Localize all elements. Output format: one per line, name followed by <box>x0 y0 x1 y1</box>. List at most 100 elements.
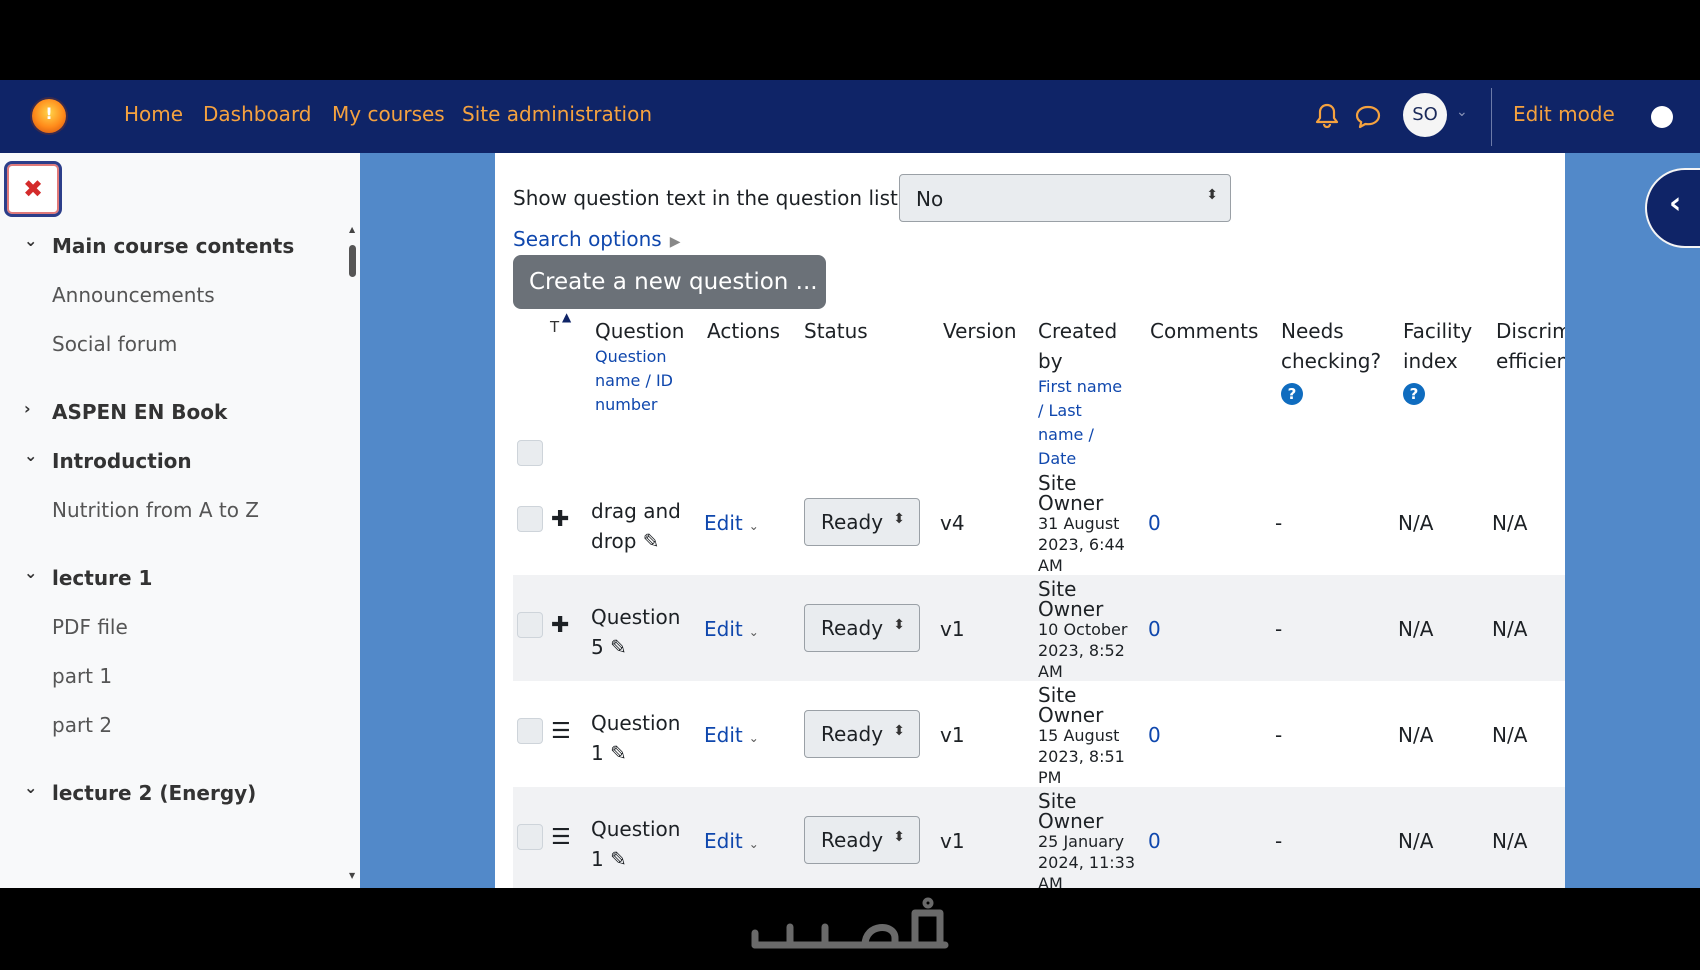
drawer-scrollbar[interactable]: ▲ ▼ <box>348 225 358 883</box>
owner-line: Site <box>1038 577 1077 601</box>
nav-site-administration-link[interactable]: Site administration <box>462 102 652 126</box>
drawer-item-nutrition-a-to-z[interactable]: Nutrition from A to Z <box>52 498 259 522</box>
nav-home-link[interactable]: Home <box>124 102 183 126</box>
status-select[interactable]: Ready ⬍ <box>804 604 920 652</box>
header-created-by-line: Created <box>1038 319 1118 343</box>
row-checkbox[interactable] <box>517 718 543 744</box>
chat-bubble-icon[interactable] <box>1354 104 1382 130</box>
caret-right-icon: ▶ <box>669 234 681 250</box>
bell-icon[interactable] <box>1315 102 1339 130</box>
comments-count[interactable]: 0 <box>1148 617 1161 641</box>
header-question-sub-line[interactable]: Question <box>595 345 673 369</box>
edit-label: Edit <box>704 723 743 747</box>
nav-my-courses-link[interactable]: My courses <box>332 102 445 126</box>
drawer-item-aspen-en-book[interactable]: ASPEN EN Book <box>52 400 227 424</box>
select-all-checkbox[interactable] <box>517 440 543 466</box>
chevron-right-icon[interactable]: › <box>24 399 31 418</box>
discrimination-cell: N/A <box>1492 723 1528 747</box>
pencil-icon[interactable]: ✎ <box>610 847 627 871</box>
edit-menu[interactable]: Edit ⌄ <box>704 829 759 853</box>
header-discrimination-line: Discrim <box>1496 319 1565 343</box>
edit-mode-toggle[interactable] <box>1651 106 1673 128</box>
row-checkbox[interactable] <box>517 506 543 532</box>
header-comments: Comments <box>1150 319 1259 343</box>
edit-menu[interactable]: Edit ⌄ <box>704 511 759 535</box>
header-created-by-sub-line[interactable]: name / <box>1038 423 1122 447</box>
drawer-item-part-2[interactable]: part 2 <box>52 713 112 737</box>
chevron-down-icon[interactable]: ⌄ <box>1456 104 1468 120</box>
row-checkbox[interactable] <box>517 824 543 850</box>
row-checkbox[interactable] <box>517 612 543 638</box>
drawer-item-introduction[interactable]: Introduction <box>52 449 192 473</box>
header-question-sub-line[interactable]: name / ID <box>595 369 673 393</box>
header-created-by-sub-line[interactable]: First name <box>1038 375 1122 399</box>
header-created-by: Created by <box>1038 316 1117 376</box>
comments-count[interactable]: 0 <box>1148 829 1161 853</box>
scrollbar-thumb[interactable] <box>349 245 356 277</box>
drawer-item-pdf-file[interactable]: PDF file <box>52 615 128 639</box>
owner-line: Site <box>1038 471 1077 495</box>
site-logo-icon[interactable]: ! <box>32 99 66 133</box>
question-name[interactable]: Question 5 ✎ <box>591 602 683 662</box>
nav-dashboard-link[interactable]: Dashboard <box>203 102 312 126</box>
comments-count[interactable]: 0 <box>1148 723 1161 747</box>
header-question-sub-line[interactable]: number <box>595 393 673 417</box>
chevron-down-icon[interactable]: ⌄ <box>24 446 37 465</box>
date-line: AM <box>1038 874 1063 888</box>
status-select[interactable]: Ready ⬍ <box>804 816 920 864</box>
header-created-by-sub-line[interactable]: Date <box>1038 447 1122 471</box>
owner-line: Owner <box>1038 809 1104 833</box>
question-name-line: Question <box>591 711 681 735</box>
drawer-item-main-course-contents[interactable]: Main course contents <box>52 234 294 258</box>
create-new-question-button[interactable]: Create a new question ... <box>513 255 826 309</box>
table-row: ☰ Question 1 ✎ Edit ⌄ Ready ⬍ v1 Site Owner… <box>513 787 1565 888</box>
status-select[interactable]: Ready ⬍ <box>804 498 920 546</box>
edit-label: Edit <box>704 829 743 853</box>
edit-menu[interactable]: Edit ⌄ <box>704 617 759 641</box>
drawer-item-social-forum[interactable]: Social forum <box>52 332 177 356</box>
type-sort-header[interactable]: T ▲ <box>550 310 571 336</box>
scroll-up-arrow-icon[interactable]: ▲ <box>349 225 355 234</box>
search-options-link[interactable]: Search options ▶ <box>513 227 681 251</box>
facility-index-cell: N/A <box>1398 829 1434 853</box>
nav-divider <box>1491 88 1492 146</box>
select-arrows-icon: ⬍ <box>893 511 905 527</box>
chevron-down-icon[interactable]: ⌄ <box>24 231 37 250</box>
pencil-icon[interactable]: ✎ <box>610 635 627 659</box>
chevron-down-icon[interactable]: ⌄ <box>24 778 37 797</box>
created-by-cell: Site Owner 31 August 2023, 6:44 AM <box>1038 473 1125 576</box>
version-cell: v1 <box>940 617 965 641</box>
chevron-down-icon[interactable]: ⌄ <box>24 563 37 582</box>
edit-menu[interactable]: Edit ⌄ <box>704 723 759 747</box>
question-name-line: Question <box>591 817 681 841</box>
pencil-icon[interactable]: ✎ <box>610 741 627 765</box>
user-avatar[interactable]: SO <box>1403 93 1447 137</box>
question-name[interactable]: Question 1 ✎ <box>591 814 683 874</box>
header-created-by-sub-line[interactable]: / Last <box>1038 399 1122 423</box>
question-name[interactable]: Question 1 ✎ <box>591 708 683 768</box>
help-icon[interactable]: ? <box>1281 383 1303 405</box>
owner-line: Owner <box>1038 703 1104 727</box>
letterbox-top <box>0 0 1700 80</box>
table-row: ✚ Question 5 ✎ Edit ⌄ Ready ⬍ v1 Site Owner… <box>513 575 1565 681</box>
drawer-item-announcements[interactable]: Announcements <box>52 283 215 307</box>
header-facility-index: Facility index <box>1403 316 1472 376</box>
help-icon[interactable]: ? <box>1403 383 1425 405</box>
question-name-line: 1 <box>591 741 604 765</box>
owner-line: Site <box>1038 683 1077 707</box>
comments-count[interactable]: 0 <box>1148 511 1161 535</box>
header-question[interactable]: Question <box>595 316 684 346</box>
drawer-item-lecture-2-energy[interactable]: lecture 2 (Energy) <box>52 781 256 805</box>
question-name[interactable]: drag and drop ✎ <box>591 496 683 556</box>
select-arrows-icon: ⬍ <box>893 723 905 739</box>
drawer-item-part-1[interactable]: part 1 <box>52 664 112 688</box>
close-drawer-button[interactable]: ✖ <box>4 161 62 217</box>
scroll-down-arrow-icon[interactable]: ▼ <box>349 871 355 880</box>
drawer-item-lecture-1[interactable]: lecture 1 <box>52 566 152 590</box>
list-icon: ☰ <box>551 719 571 744</box>
status-select[interactable]: Ready ⬍ <box>804 710 920 758</box>
show-question-text-select[interactable]: No ⬍ <box>899 174 1231 222</box>
facility-index-cell: N/A <box>1398 723 1434 747</box>
pencil-icon[interactable]: ✎ <box>643 529 660 553</box>
date-line: 31 August <box>1038 514 1120 533</box>
